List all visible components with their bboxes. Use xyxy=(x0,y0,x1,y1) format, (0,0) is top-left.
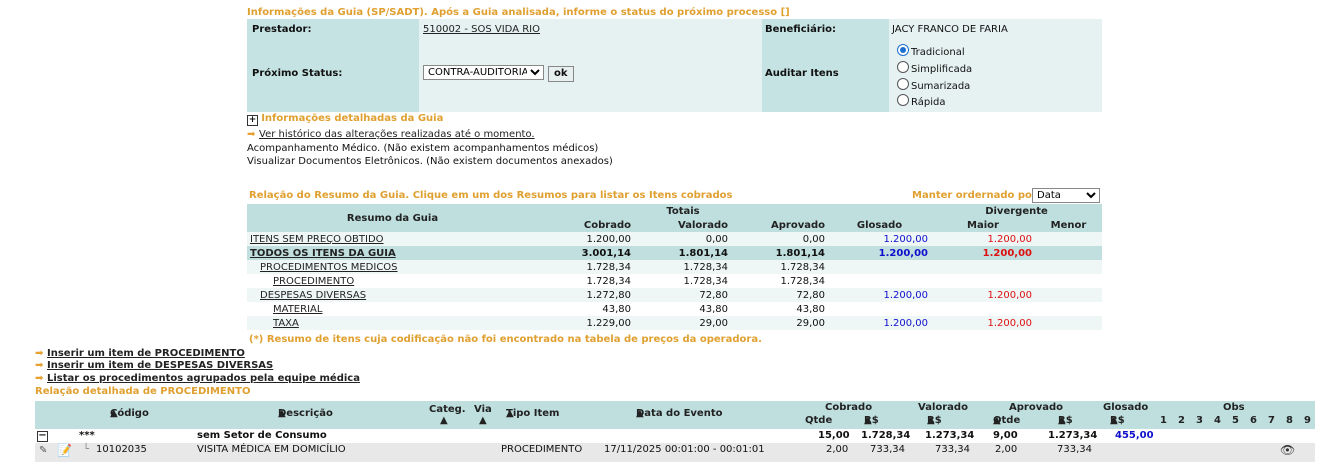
obs-col-2: 2 xyxy=(1178,415,1185,426)
obs-col-8: 8 xyxy=(1286,415,1293,426)
sort-icon: ▲ xyxy=(110,408,118,419)
sort-icon: ▲ xyxy=(278,408,286,419)
resumo-row[interactable]: ITENS SEM PREÇO OBTIDO 1.200,00 0,00 0,0… xyxy=(247,232,1102,246)
col-valorado: Valorado xyxy=(634,218,731,232)
obs-col-1: 1 xyxy=(1160,415,1167,426)
col-menor: Menor xyxy=(1035,218,1102,232)
obs-col-9: 9 xyxy=(1304,415,1311,426)
resumo-note: (*) Resumo de itens cuja codificação não… xyxy=(249,334,762,345)
beneficiario-label: Beneficiário: xyxy=(765,24,837,35)
radio-rapida[interactable]: Rápida xyxy=(897,94,945,108)
radio-icon xyxy=(897,78,909,90)
historico-link[interactable]: Ver histórico das alterações realizadas … xyxy=(259,129,535,140)
resumo-title: Relação do Resumo da Guia. Clique em um … xyxy=(249,190,733,201)
arrow-right-icon: ➡ xyxy=(35,348,44,359)
beneficiario-value: JACY FRANCO DE FARIA xyxy=(892,24,1008,35)
inserir-procedimento-link[interactable]: Inserir um item de PROCEDIMENTO xyxy=(47,348,245,359)
radio-tradicional[interactable]: Tradicional xyxy=(897,44,965,58)
col-cobrado: Cobrado xyxy=(825,402,873,413)
ok-button[interactable]: ok xyxy=(548,66,574,82)
resumo-table: Resumo da Guia Totais Divergente Cobrado… xyxy=(247,204,1102,330)
col-obs: Obs xyxy=(1223,402,1245,413)
table-row[interactable]: ✎ 📝 └ 10102035 VISITA MÉDICA EM DOMICÍLI… xyxy=(35,443,1315,462)
edit-note-icon[interactable]: 📝 xyxy=(57,443,72,457)
col-resumo: Resumo da Guia xyxy=(247,204,538,232)
tree-branch-icon: └ xyxy=(83,444,90,455)
radio-sumarizada[interactable]: Sumarizada xyxy=(897,78,970,92)
historico-row: ➡ Ver histórico das alterações realizadas… xyxy=(247,129,535,140)
resumo-row[interactable]: PROCEDIMENTOS MEDICOS 1.728,34 1.728,34 … xyxy=(247,260,1102,274)
col-cobrado: Cobrado xyxy=(538,218,634,232)
inserir-procedimento-row: ➡ Inserir um item de PROCEDIMENTO xyxy=(35,348,245,359)
pencil-icon[interactable]: ✎ xyxy=(39,445,47,456)
radio-icon xyxy=(897,61,909,73)
radio-selected-icon xyxy=(897,44,909,56)
resumo-row[interactable]: PROCEDIMENTO 1.728,34 1.728,34 1.728,34 xyxy=(247,274,1102,288)
col-cob-qtde: Qtde xyxy=(805,415,833,426)
prestador-link[interactable]: 510002 - SOS VIDA RIO xyxy=(423,24,540,35)
col-aprovado: Aprovado xyxy=(1009,402,1063,413)
eye-icon[interactable]: 👁 xyxy=(1280,443,1295,457)
sort-icon[interactable]: ▲ xyxy=(440,415,448,426)
resumo-row[interactable]: TAXA 1.229,00 29,00 29,00 1.200,00 1.200… xyxy=(247,316,1102,330)
col-maior: Maior xyxy=(931,218,1035,232)
arrow-right-icon: ➡ xyxy=(247,129,256,140)
listar-link[interactable]: Listar os procedimentos agrupados pela e… xyxy=(47,373,360,384)
proximo-status-label: Próximo Status: xyxy=(252,68,343,79)
resumo-row-total[interactable]: TODOS OS ITENS DA GUIA 3.001,14 1.801,14… xyxy=(247,246,1102,260)
sort-icon: ▲ xyxy=(927,415,935,426)
prestador-label: Prestador: xyxy=(252,24,312,35)
expand-icon: + xyxy=(247,115,258,126)
sort-icon: ▲ xyxy=(993,415,1001,426)
relacao-title: Relação detalhada de PROCEDIMENTO xyxy=(35,386,251,397)
detalhe-header: Código ▲ Descrição ▲ Categ. ▲ Via ▲ Tipo… xyxy=(35,401,1315,429)
sort-icon[interactable]: ▲ xyxy=(479,415,487,426)
resumo-row[interactable]: MATERIAL 43,80 43,80 43,80 xyxy=(247,302,1102,316)
group-row: − *** sem Setor de Consumo 15,00 1.728,3… xyxy=(35,429,1315,443)
radio-simplificada[interactable]: Simplificada xyxy=(897,61,972,75)
manter-select[interactable]: Data xyxy=(1032,188,1100,203)
info-title: Informações da Guia (SP/SADT). Após a Gu… xyxy=(247,7,790,18)
inserir-despesas-link[interactable]: Inserir um item de DESPESAS DIVERSAS xyxy=(47,360,273,371)
obs-col-4: 4 xyxy=(1214,415,1221,426)
col-aprovado: Aprovado xyxy=(731,218,828,232)
resumo-row[interactable]: DESPESAS DIVERSAS 1.272,80 72,80 72,80 1… xyxy=(247,288,1102,302)
proximo-status-select[interactable]: CONTRA-AUDITORIA xyxy=(423,65,544,80)
col-divergente: Divergente xyxy=(931,204,1102,218)
sort-icon: ▲ xyxy=(864,415,872,426)
documentos-text: Visualizar Documentos Eletrônicos. (Não … xyxy=(247,156,613,167)
info-panel: Prestador: 510002 - SOS VIDA RIO Benefic… xyxy=(247,19,1102,112)
col-valorado: Valorado xyxy=(918,402,968,413)
arrow-right-icon: ➡ xyxy=(35,373,44,384)
acompanhamento-text: Acompanhamento Médico. (Não existem acom… xyxy=(247,143,599,154)
arrow-right-icon: ➡ xyxy=(35,360,44,371)
manter-label: Manter ordernado por xyxy=(912,190,1037,201)
obs-col-6: 6 xyxy=(1250,415,1257,426)
listar-row: ➡ Listar os procedimentos agrupados pela … xyxy=(35,373,360,384)
sort-icon: ▲ xyxy=(1058,415,1066,426)
col-glosado: Glosado xyxy=(1103,402,1149,413)
obs-col-7: 7 xyxy=(1268,415,1275,426)
detalhadas-toggle[interactable]: + Informações detalhadas da Guia xyxy=(247,113,443,126)
inserir-despesas-row: ➡ Inserir um item de DESPESAS DIVERSAS xyxy=(35,360,273,371)
col-totais: Totais xyxy=(538,204,828,218)
obs-col-5: 5 xyxy=(1232,415,1239,426)
auditar-label: Auditar Itens xyxy=(765,68,839,79)
radio-icon xyxy=(897,94,909,106)
sort-icon: ▲ xyxy=(506,408,514,419)
col-glosado: Glosado xyxy=(828,218,931,232)
obs-col-3: 3 xyxy=(1196,415,1203,426)
sort-icon: ▲ xyxy=(1110,415,1118,426)
sort-icon: ▲ xyxy=(636,408,644,419)
